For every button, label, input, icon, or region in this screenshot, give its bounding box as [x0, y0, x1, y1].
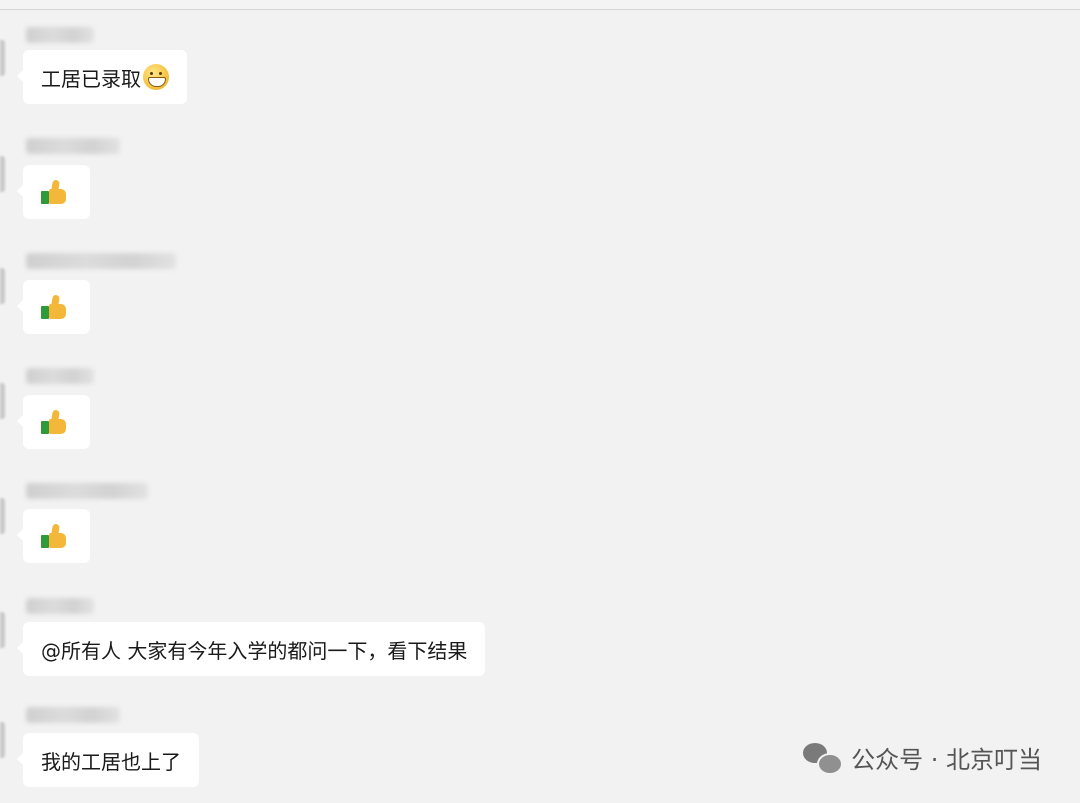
message-text: 我的工居也上了	[41, 749, 181, 774]
avatar[interactable]	[0, 722, 5, 758]
watermark: 公众号 · 北京叮当	[803, 740, 1042, 775]
message-bubble[interactable]: 我的工居也上了	[17, 733, 199, 787]
message-bubble[interactable]	[17, 165, 90, 219]
message-text: @所有人 大家有今年入学的都问一下，看下结果	[41, 638, 468, 663]
avatar[interactable]	[0, 612, 5, 648]
avatar[interactable]	[0, 40, 5, 76]
wechat-icon	[803, 741, 844, 775]
message-bubble[interactable]	[17, 509, 90, 563]
sender-name-blurred	[26, 368, 94, 384]
sender-name-blurred	[26, 707, 120, 723]
grin-icon	[143, 64, 169, 90]
watermark-text: 公众号 · 北京叮当	[851, 746, 1042, 774]
message-bubble[interactable]	[17, 395, 90, 449]
message-bubble[interactable]	[17, 280, 90, 334]
avatar[interactable]	[0, 156, 5, 192]
avatar[interactable]	[0, 268, 5, 304]
message-bubble[interactable]: @所有人 大家有今年入学的都问一下，看下结果	[16, 622, 486, 676]
avatar[interactable]	[0, 498, 5, 534]
message-bubble[interactable]: 工居已录取	[17, 50, 187, 104]
thumbs-up-icon	[41, 294, 69, 320]
thumbs-up-icon	[41, 409, 69, 435]
message-text: 工居已录取	[41, 66, 141, 91]
sender-name-blurred	[26, 27, 94, 43]
sender-name-blurred	[26, 483, 148, 499]
avatar[interactable]	[0, 383, 5, 419]
thumbs-up-icon	[41, 523, 69, 549]
sender-name-blurred	[26, 138, 120, 154]
thumbs-up-icon	[41, 179, 69, 205]
sender-name-blurred	[26, 598, 94, 614]
sender-name-blurred	[26, 253, 176, 269]
top-divider	[0, 0, 1080, 10]
